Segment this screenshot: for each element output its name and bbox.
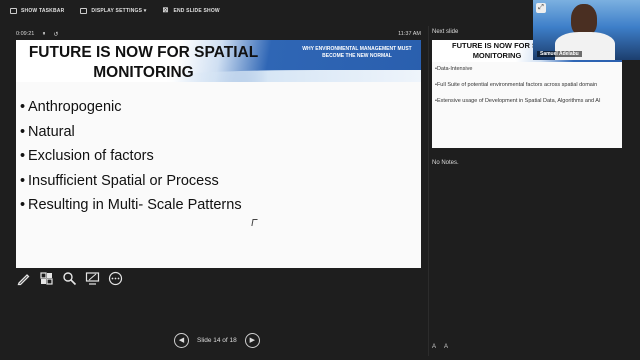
next-slide-button[interactable]: ▶: [244, 333, 260, 348]
next-slide-bullet: •Full Suite of potential environmental f…: [435, 82, 598, 88]
slide-title: FUTURE IS NOW FOR SPATIAL MONITORING: [28, 44, 259, 81]
presenter-toolbar: SHOW TASKBAR DISPLAY SETTINGS ▾ ⊠ END SL…: [0, 0, 530, 22]
presenter-view: SHOW TASKBAR DISPLAY SETTINGS ▾ ⊠ END SL…: [0, 0, 640, 360]
next-slide-label: Next slide: [432, 29, 459, 35]
pin-icon[interactable]: ⤢: [536, 3, 546, 13]
mouse-cursor-icon: [251, 219, 258, 226]
next-slide-bullets: •Data-Intensive •Full Suite of potential…: [435, 66, 619, 114]
taskbar-icon: [10, 8, 17, 14]
slide-tools: [16, 271, 123, 286]
slide-bullet: • Insufficient Spatial or Process: [20, 172, 219, 189]
previous-slide-button[interactable]: ◀: [174, 333, 189, 348]
screen-toggle-icon[interactable]: [85, 271, 100, 286]
pause-timer-button[interactable]: ⏸: [42, 31, 45, 38]
magnifier-icon[interactable]: [62, 271, 77, 286]
current-time: 11:37 AM: [398, 31, 421, 37]
monitor-icon: [80, 8, 88, 14]
slide-bullets: • Anthropogenic • Natural • Exclusion of fa…: [20, 95, 242, 218]
timer-row: 0:09:21 ⏸ ↺ 11:37 AM: [16, 28, 421, 40]
slide-bullet: • Exclusion of factors: [20, 148, 154, 164]
speaker-notes[interactable]: No Notes.: [432, 160, 459, 166]
next-slide-bullet: •Extensive usage of Development in Spati…: [435, 98, 601, 104]
increase-font-button[interactable]: A: [432, 344, 436, 350]
slide-subtitle: WHY ENVIRONMENTAL MANAGEMENT MUST BECOME…: [302, 46, 412, 59]
notes-font-controls: A A: [432, 344, 448, 350]
webcam-video: ⤢ Samuel Adelabu: [533, 0, 640, 60]
more-options-icon[interactable]: [108, 271, 123, 286]
show-taskbar-button[interactable]: SHOW TASKBAR: [10, 8, 64, 14]
end-slide-show-label: END SLIDE SHOW: [173, 8, 220, 14]
decrease-font-button[interactable]: A: [444, 344, 448, 350]
participant-name: Samuel Adelabu: [537, 51, 582, 57]
slide-navigation: ◀ Slide 14 of 18 ▶: [174, 333, 260, 348]
slide-grid-icon[interactable]: [39, 271, 54, 286]
pane-divider[interactable]: [428, 26, 429, 356]
reset-timer-button[interactable]: ↺: [53, 31, 58, 38]
pen-icon[interactable]: [16, 271, 31, 286]
elapsed-timer: 0:09:21: [16, 31, 35, 37]
slide-counter[interactable]: Slide 14 of 18: [195, 337, 239, 344]
display-settings-button[interactable]: DISPLAY SETTINGS ▾: [80, 8, 146, 14]
close-icon: ⊠: [162, 7, 169, 14]
slide-bullet: • Natural: [20, 123, 75, 140]
slide-bullet: • Resulting in Multi- Scale Patterns: [20, 197, 242, 213]
end-slide-show-button[interactable]: ⊠ END SLIDE SHOW: [162, 7, 220, 14]
slide-bullet: • Anthropogenic: [20, 99, 122, 115]
display-settings-label: DISPLAY SETTINGS ▾: [91, 8, 147, 14]
current-slide[interactable]: FUTURE IS NOW FOR SPATIAL MONITORING WHY…: [16, 40, 421, 268]
next-slide-bullet: •Data-Intensive: [435, 66, 473, 72]
show-taskbar-label: SHOW TASKBAR: [21, 8, 65, 14]
